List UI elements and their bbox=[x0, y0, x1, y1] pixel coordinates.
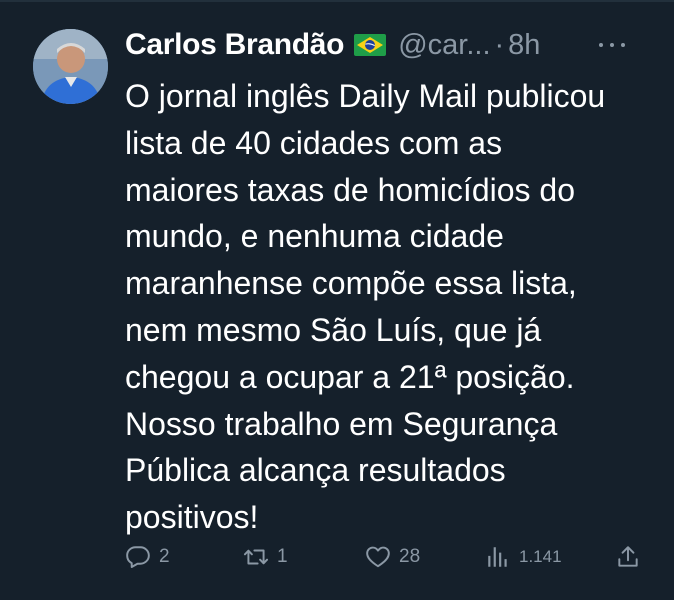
top-divider bbox=[0, 0, 674, 2]
reply-icon bbox=[126, 546, 150, 568]
tweet-header: Carlos Brandão @car... · 8h bbox=[125, 27, 665, 63]
views-button[interactable]: 1.141 bbox=[485, 540, 562, 574]
share-icon bbox=[618, 546, 638, 567]
views-chart-icon bbox=[488, 547, 507, 567]
reply-count: 2 bbox=[159, 546, 170, 567]
like-button[interactable]: 28 bbox=[365, 540, 420, 574]
reply-button[interactable]: 2 bbox=[125, 540, 170, 574]
like-count: 28 bbox=[399, 546, 421, 567]
author-name[interactable]: Carlos Brandão bbox=[125, 28, 345, 62]
views-count: 1.141 bbox=[519, 547, 562, 566]
tweet-time[interactable]: 8h bbox=[508, 29, 540, 62]
avatar-image bbox=[33, 29, 108, 104]
heart-icon bbox=[366, 546, 390, 568]
tweet-actions: 2 1 28 1.141 bbox=[125, 540, 645, 574]
brazil-flag-icon bbox=[354, 34, 387, 56]
retweet-icon bbox=[243, 549, 269, 565]
tweet-text: O jornal inglês Daily Mail publicou list… bbox=[125, 78, 606, 536]
share-button[interactable] bbox=[615, 540, 641, 574]
separator-dot: · bbox=[494, 28, 505, 61]
retweet-count: 1 bbox=[277, 546, 288, 567]
author-handle[interactable]: @car... bbox=[398, 29, 490, 62]
retweet-button[interactable]: 1 bbox=[243, 540, 288, 574]
more-options-icon[interactable] bbox=[599, 27, 625, 63]
avatar[interactable] bbox=[33, 29, 108, 104]
